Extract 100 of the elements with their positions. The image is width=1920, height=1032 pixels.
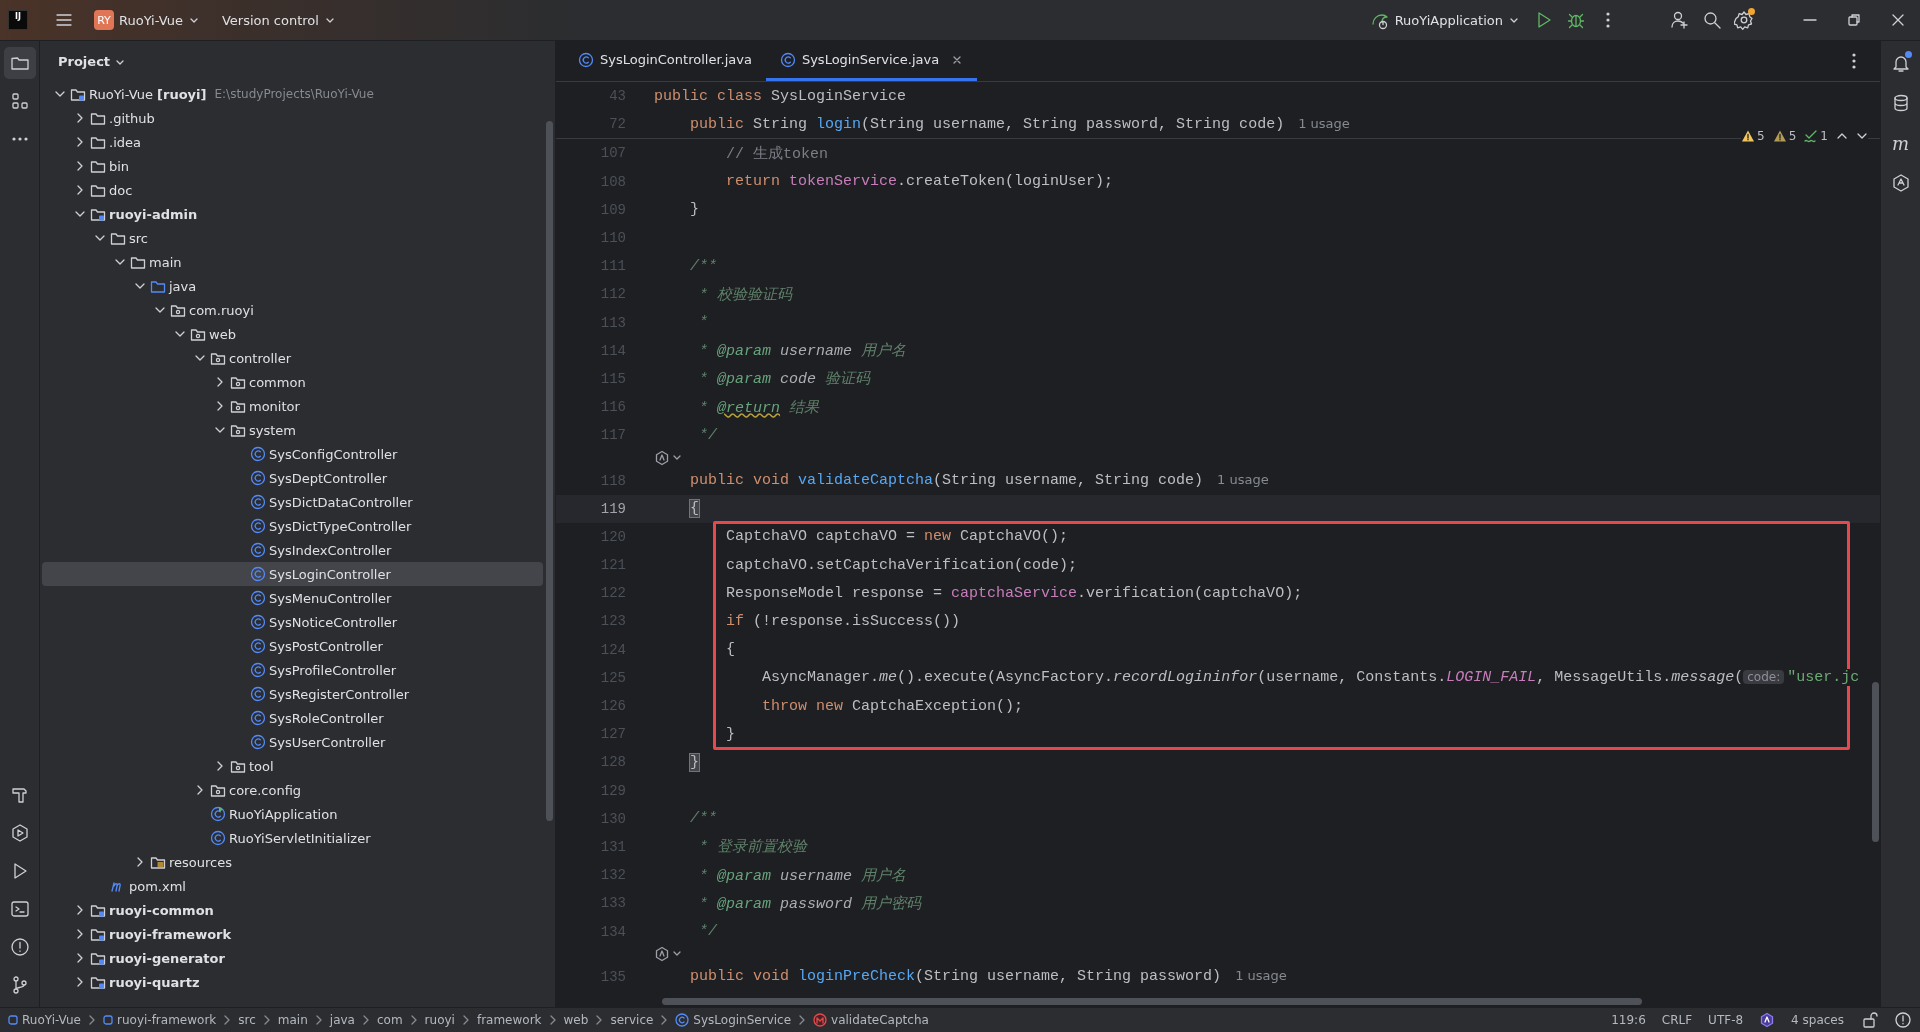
scrollbar-thumb[interactable] <box>546 121 553 821</box>
tree-item[interactable]: controller <box>42 346 543 370</box>
tree-item[interactable]: main <box>42 250 543 274</box>
breadcrumb[interactable]: validateCaptcha <box>813 1013 929 1027</box>
tree-item[interactable]: system <box>42 418 543 442</box>
minimize-icon <box>1803 19 1817 21</box>
indent-setting[interactable]: 4 spaces <box>1791 1013 1844 1027</box>
tree-item[interactable]: ruoyi-quartz <box>42 970 543 994</box>
tree-item[interactable]: web <box>42 322 543 346</box>
tree-item[interactable]: SysConfigController <box>42 442 543 466</box>
code-text: login <box>816 115 862 133</box>
tab-options-icon <box>1852 53 1856 69</box>
chevron-icon[interactable] <box>672 453 682 462</box>
tree-item[interactable]: RuoYiApplication <box>42 802 543 826</box>
tree-item[interactable]: java <box>42 274 543 298</box>
inspection-count: 5 <box>1757 129 1765 143</box>
breadcrumb[interactable]: main <box>277 1013 308 1027</box>
breadcrumb[interactable]: ruoyi-framework <box>103 1013 217 1027</box>
code-text: public void <box>689 968 791 986</box>
maven-button[interactable]: m <box>1884 127 1917 159</box>
tree-item[interactable]: bin <box>42 154 543 178</box>
breadcrumb[interactable]: service <box>610 1013 654 1027</box>
tree-item[interactable]: src <box>42 226 543 250</box>
class-icon <box>250 686 266 702</box>
terminal-icon <box>9 899 30 919</box>
tree-item[interactable]: pom.xml <box>42 874 543 898</box>
tree-item[interactable]: SysPostController <box>42 634 543 658</box>
tree-item[interactable]: SysDictTypeController <box>42 514 543 538</box>
tree-item[interactable]: com.ruoyi <box>42 298 543 322</box>
code-text: (username, Constants. <box>1257 669 1447 687</box>
project-badge: RY <box>94 10 114 30</box>
ai-icon[interactable] <box>1759 1012 1776 1028</box>
tree-item[interactable]: SysRegisterController <box>42 682 543 706</box>
class-icon <box>250 494 266 510</box>
folder-icon <box>130 254 146 270</box>
breadcrumb[interactable]: SysLoginService <box>675 1013 792 1027</box>
tree-item[interactable]: monitor <box>42 394 543 418</box>
tree-item[interactable]: SysMenuController <box>42 586 543 610</box>
file-encoding[interactable]: UTF-8 <box>1708 1013 1744 1027</box>
tree-item[interactable]: core.config <box>42 778 543 802</box>
tree-item[interactable]: SysDictDataController <box>42 490 543 514</box>
breadcrumb[interactable]: java <box>329 1013 355 1027</box>
tree-item[interactable]: RuoYi-Vue [ruoyi] E:\studyProjects\RuoYi-Vue <box>42 82 543 106</box>
project-view-dropdown[interactable]: Project <box>52 53 133 70</box>
tree-item[interactable]: doc <box>42 178 543 202</box>
package-icon <box>210 782 226 798</box>
scrollbar-thumb[interactable] <box>662 998 1642 1005</box>
warning-icon[interactable] <box>1894 1011 1912 1029</box>
breadcrumb[interactable]: src <box>238 1013 256 1027</box>
project-switcher[interactable]: RY RuoYi-Vue <box>86 6 208 34</box>
lock-icon[interactable] <box>1860 1011 1878 1029</box>
tree-item[interactable]: tool <box>42 754 543 778</box>
tree-item[interactable]: RuoYiServletInitializer <box>42 826 543 850</box>
tree-item[interactable]: SysLoginController <box>42 562 543 586</box>
class-icon <box>779 51 796 68</box>
run-configuration-dropdown[interactable]: RuoYiApplication <box>1361 6 1528 34</box>
more-icon <box>1606 12 1610 28</box>
problems-icon <box>9 937 30 957</box>
tree-item[interactable]: ruoyi-framework <box>42 922 543 946</box>
line-separator[interactable]: CRLF <box>1661 1013 1693 1027</box>
tree-item[interactable]: SysDeptController <box>42 466 543 490</box>
tree-item[interactable]: SysNoticeController <box>42 610 543 634</box>
breadcrumb[interactable]: com <box>376 1013 403 1027</box>
caret-position[interactable]: 119:6 <box>1611 1013 1646 1027</box>
version-control-dropdown[interactable]: Version control <box>213 8 344 32</box>
breadcrumb[interactable]: ruoyi <box>424 1013 455 1027</box>
code-text: loginPreCheck <box>798 968 916 986</box>
module-folder-icon <box>90 206 106 222</box>
editor-tab[interactable]: SysLoginController.java <box>564 41 766 81</box>
build-icon <box>9 785 30 805</box>
module-icon <box>103 1015 113 1025</box>
tree-item[interactable]: resources <box>42 850 543 874</box>
breadcrumb[interactable]: framework <box>476 1013 542 1027</box>
breadcrumb[interactable]: RuoYi-Vue <box>8 1013 81 1027</box>
project-path: E:\studyProjects\RuoYi-Vue <box>214 87 374 101</box>
module-folder-icon <box>70 86 86 102</box>
tree-item[interactable]: SysRoleController <box>42 706 543 730</box>
tree-item[interactable]: SysUserController <box>42 730 543 754</box>
tree-item[interactable]: .github <box>42 106 543 130</box>
tree-item[interactable]: ruoyi-generator <box>42 946 543 970</box>
scrollbar-thumb[interactable] <box>1872 682 1879 842</box>
usage-hint[interactable]: 1 usage <box>1235 968 1287 984</box>
class-icon <box>250 566 266 582</box>
usage-hint[interactable]: 1 usage <box>1217 472 1269 488</box>
module-icon <box>8 1015 18 1025</box>
project-button[interactable] <box>3 47 36 79</box>
tree-item[interactable]: ruoyi-admin <box>42 202 543 226</box>
ai-icon[interactable] <box>654 946 670 963</box>
tree-item[interactable]: SysIndexController <box>42 538 543 562</box>
tree-item[interactable]: common <box>42 370 543 394</box>
tree-item[interactable]: .idea <box>42 130 543 154</box>
tree-item[interactable]: ruoyi-common <box>42 898 543 922</box>
breadcrumb[interactable]: web <box>563 1013 589 1027</box>
code-line: throw new CaptchaException(); <box>761 697 1024 715</box>
ai-icon[interactable] <box>654 449 670 466</box>
code-line: ResponseModel response = captchaService.verification(captchaVO); <box>725 584 1303 602</box>
tree-item[interactable]: SysProfileController <box>42 658 543 682</box>
line-number: 119 <box>599 500 626 517</box>
inspection-widget[interactable]: 5 5 1 <box>1741 129 1868 143</box>
usage-hint[interactable]: 1 usage <box>1298 115 1350 131</box>
